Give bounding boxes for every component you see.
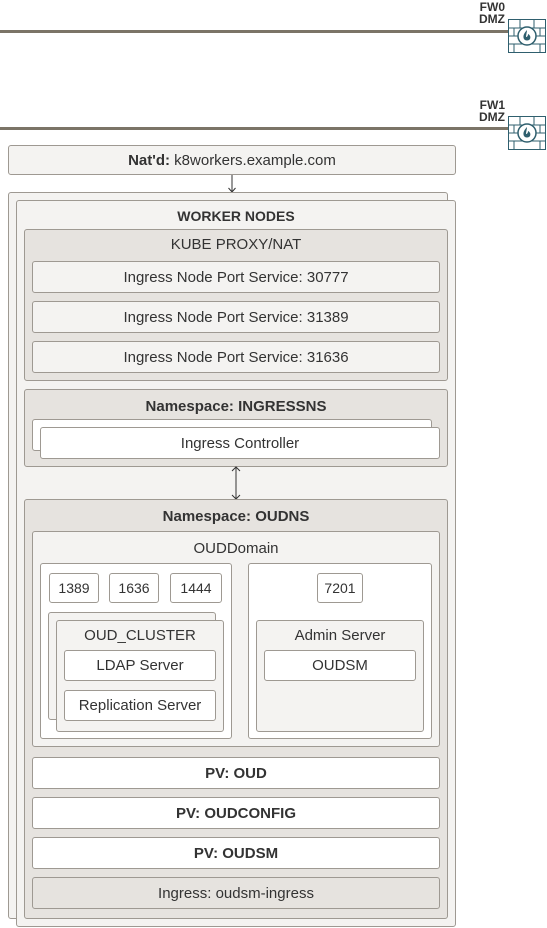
worker-nodes-title: WORKER NODES	[177, 208, 295, 224]
admin-server-title: Admin Server	[294, 627, 386, 644]
fw1-zone: DMZ	[479, 110, 505, 124]
pv-oudconfig: PV: OUDCONFIG	[32, 797, 440, 829]
oudsm-app: OUDSM	[264, 650, 416, 681]
node-port-service: Ingress Node Port Service: 31389	[32, 301, 440, 333]
port-badge: 1636	[109, 573, 159, 603]
ldap-server: LDAP Server	[64, 650, 216, 681]
firewall-icon	[508, 19, 546, 53]
oud-cluster-title: OUD_CLUSTER	[84, 627, 196, 644]
node-port-service: Ingress Node Port Service: 31636	[32, 341, 440, 373]
fw1-label: FW1 DMZ	[455, 99, 505, 123]
nat-prefix: Nat'd:	[128, 151, 170, 169]
network-line-fw0	[0, 30, 510, 33]
oudns-title: Namespace: OUDNS	[162, 508, 310, 525]
firewall-icon	[508, 116, 546, 150]
port-badge: 1444	[170, 573, 222, 603]
pv-oudsm: PV: OUDSM	[32, 837, 440, 869]
network-line-fw1	[0, 127, 510, 130]
node-port-service: Ingress Node Port Service: 30777	[32, 261, 440, 293]
fw0-label: FW0 DMZ	[455, 1, 505, 25]
oudsm-ingress: Ingress: oudsm-ingress	[32, 877, 440, 909]
fw0-zone: DMZ	[479, 12, 505, 26]
oud-domain-title: OUDDomain	[193, 540, 279, 557]
pv-oud: PV: OUD	[32, 757, 440, 789]
replication-server: Replication Server	[64, 690, 216, 721]
ingress-controller: Ingress Controller	[40, 427, 440, 459]
port-badge: 7201	[317, 573, 363, 603]
nat-box: Nat'd: k8workers.example.com	[8, 145, 456, 175]
ingressns-title: Namespace: INGRESSNS	[145, 398, 327, 415]
nat-host: k8workers.example.com	[174, 151, 336, 169]
kube-proxy-title: KUBE PROXY/NAT	[170, 236, 302, 253]
port-badge: 1389	[49, 573, 99, 603]
bidirectional-arrow-icon	[229, 465, 243, 501]
